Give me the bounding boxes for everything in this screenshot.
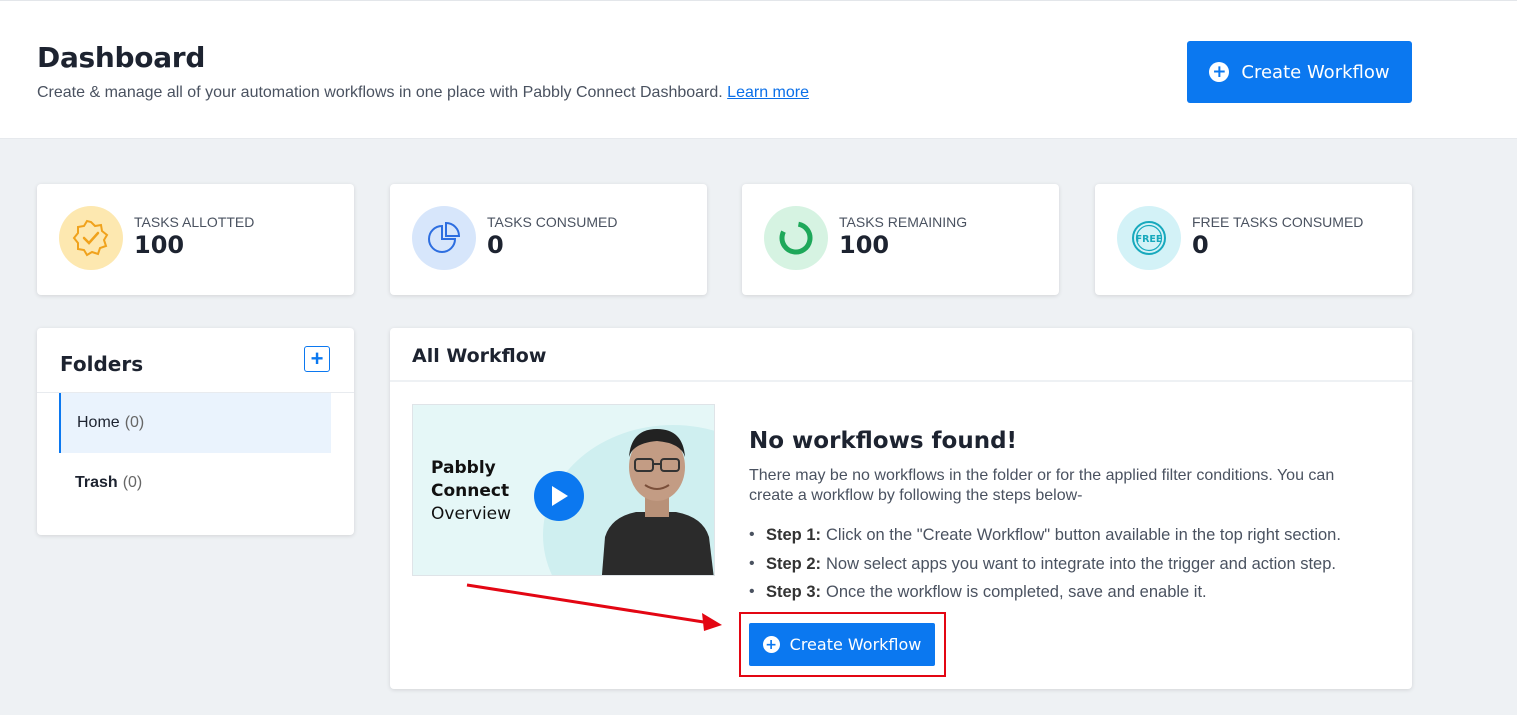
bullet-icon: • [749, 554, 755, 572]
step-item: • Step 1: Click on the "Create Workflow"… [749, 524, 1341, 553]
stat-card-tasks-allotted: TASKS ALLOTTED 100 [37, 184, 354, 295]
folders-panel: Folders + Home (0) Trash (0) [37, 328, 354, 535]
folder-name: Trash [75, 474, 118, 491]
empty-state-create-workflow-button[interactable]: + Create Workflow [749, 623, 935, 666]
learn-more-link[interactable]: Learn more [727, 84, 809, 101]
step-text: Now select apps you want to integrate in… [826, 554, 1336, 573]
video-caption-line2: Connect [431, 481, 510, 501]
plus-icon: + [310, 346, 324, 371]
empty-state-description: There may be no workflows in the folder … [749, 467, 1335, 504]
bullet-icon: • [749, 583, 755, 600]
folder-name: Home [77, 414, 120, 431]
header-create-workflow-button[interactable]: + Create Workflow [1187, 41, 1412, 103]
video-caption: Pabbly Connect Overview [431, 457, 511, 526]
stat-value: 0 [1192, 231, 1209, 259]
stat-value: 100 [134, 231, 185, 259]
create-workflow-label: Create Workflow [789, 635, 922, 654]
step-item: • Step 3: Once the workflow is completed… [749, 581, 1341, 610]
plus-circle-icon: + [1209, 62, 1230, 82]
stat-label: TASKS REMAINING [839, 214, 968, 230]
step-text: Once the workflow is completed, save and… [826, 583, 1207, 601]
folder-item-home[interactable]: Home (0) [59, 393, 331, 453]
stat-card-tasks-remaining: TASKS REMAINING 100 [742, 184, 1059, 295]
page-header: Dashboard Create & manage all of your au… [0, 0, 1517, 139]
step-name: Step 1: [766, 526, 822, 544]
bullet-icon: • [749, 526, 755, 543]
subtitle-text: Create & manage all of your automation w… [37, 84, 723, 101]
video-caption-line1: Pabbly [431, 458, 496, 478]
badge-check-icon [59, 206, 123, 270]
stat-label: TASKS CONSUMED [487, 214, 618, 230]
empty-state-title: No workflows found! [749, 428, 1018, 454]
folder-count: (0) [122, 474, 143, 491]
folders-title: Folders [60, 352, 144, 376]
stat-card-tasks-consumed: TASKS CONSUMED 0 [390, 184, 707, 295]
step-name: Step 2: [766, 554, 822, 573]
add-folder-button[interactable]: + [304, 346, 330, 372]
play-icon[interactable] [534, 471, 584, 521]
folder-item-trash[interactable]: Trash (0) [59, 453, 331, 513]
stat-label: TASKS ALLOTTED [134, 214, 255, 230]
video-caption-line3: Overview [431, 504, 512, 524]
overview-video-thumbnail[interactable]: Pabbly Connect Overview [412, 404, 715, 576]
workflows-title: All Workflow [412, 345, 547, 367]
divider [390, 380, 1412, 382]
stat-value: 0 [487, 231, 504, 259]
page-subtitle: Create & manage all of your automation w… [37, 84, 809, 102]
create-workflow-label: Create Workflow [1241, 61, 1390, 83]
stat-value: 100 [839, 231, 890, 259]
presenter-image [601, 429, 714, 575]
folder-count: (0) [124, 414, 145, 431]
plus-circle-icon: + [762, 636, 780, 653]
free-badge-icon: FREE [1117, 206, 1181, 270]
progress-ring-icon [764, 206, 828, 270]
step-name: Step 3: [766, 583, 822, 601]
step-item: • Step 2: Now select apps you want to in… [749, 553, 1341, 582]
pie-chart-icon [412, 206, 476, 270]
page-title: Dashboard [37, 41, 206, 74]
stat-card-free-tasks-consumed: FREE FREE TASKS CONSUMED 0 [1095, 184, 1412, 295]
step-text: Click on the "Create Workflow" button av… [826, 526, 1341, 544]
steps-list: • Step 1: Click on the "Create Workflow"… [749, 524, 1341, 610]
svg-text:FREE: FREE [1136, 234, 1163, 245]
stat-label: FREE TASKS CONSUMED [1192, 214, 1364, 230]
